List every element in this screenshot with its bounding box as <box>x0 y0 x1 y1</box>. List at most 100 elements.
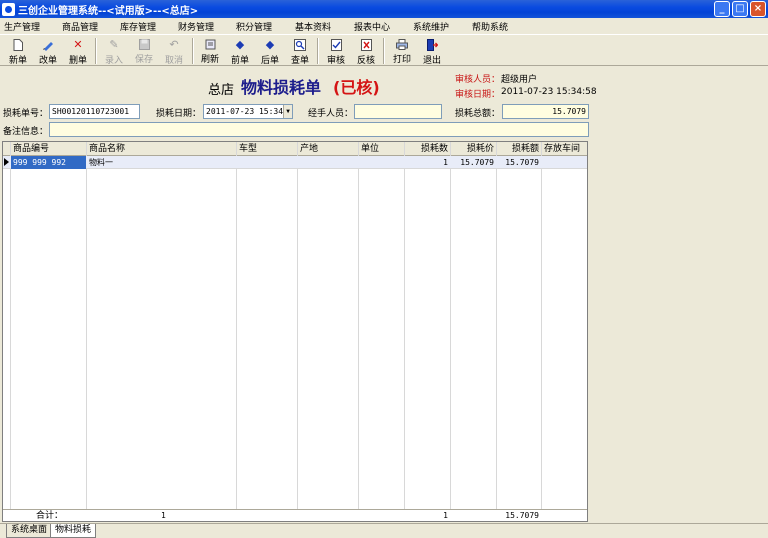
menu-basic-data[interactable]: 基本资料 <box>295 20 331 33</box>
new-button[interactable]: 新单 <box>4 37 32 66</box>
total-amount-field[interactable]: 15.7079 <box>502 104 589 119</box>
menu-system-maintenance[interactable]: 系统维护 <box>413 20 449 33</box>
prev-doc-button[interactable]: ◆ 前单 <box>226 37 254 67</box>
cell-workshop[interactable] <box>542 156 587 169</box>
handler-field[interactable] <box>354 104 442 119</box>
audit-date-value: 2011-07-23 15:34:58 <box>501 87 597 97</box>
window-controls: _ □ × <box>714 1 766 17</box>
title-bar: 三创企业管理系统--<试用版>--<总店> _ □ × <box>0 0 768 18</box>
handler-label: 经手人员： <box>308 109 354 119</box>
menu-reports[interactable]: 报表中心 <box>354 20 390 33</box>
chevron-down-icon[interactable]: ▼ <box>283 105 292 118</box>
items-grid: 商品编号 商品名称 车型 产地 单位 损耗数 损耗价 损耗额 存放车间 999 … <box>2 141 588 522</box>
col-header-code[interactable]: 商品编号 <box>11 142 87 156</box>
audit-button[interactable]: 审核 <box>322 37 350 66</box>
undo-icon: ↶ <box>169 38 179 51</box>
refresh-icon <box>204 39 216 50</box>
remark-field[interactable] <box>49 122 589 137</box>
col-header-unit[interactable]: 单位 <box>359 142 404 156</box>
tab-desktop[interactable]: 系统桌面 <box>6 524 53 538</box>
page-title: 物料损耗单 <box>241 78 322 97</box>
toolbar-separator <box>383 38 385 64</box>
menu-finance[interactable]: 财务管理 <box>178 20 214 33</box>
col-header-model[interactable]: 车型 <box>237 142 297 156</box>
printer-icon <box>396 39 408 50</box>
loss-date-value: 2011-07-23 15:34: <box>206 107 288 116</box>
arrow-left-icon: ◆ <box>235 38 245 51</box>
print-button[interactable]: 打印 <box>388 37 416 65</box>
auditor-value: 超级用户 <box>501 75 538 85</box>
toolbar-separator <box>317 38 319 64</box>
row-pointer-icon <box>4 158 9 166</box>
window-tab-bar: 系统桌面 物料损耗 <box>0 523 768 538</box>
arrow-right-icon: ◆ <box>265 38 275 51</box>
col-header-name[interactable]: 商品名称 <box>87 142 237 156</box>
footer-qty-total: 1 <box>443 511 448 520</box>
loss-date-field[interactable]: 2011-07-23 15:34: ▼ <box>203 104 293 119</box>
toolbar-separator <box>192 38 194 64</box>
menu-production[interactable]: 生产管理 <box>4 20 40 33</box>
menu-bar: 生产管理 商品管理 库存管理 财务管理 积分管理 基本资料 报表中心 系统维护 … <box>0 18 768 34</box>
main-window: 三创企业管理系统--<试用版>--<总店> _ □ × 生产管理 商品管理 库存… <box>0 0 768 538</box>
search-doc-button[interactable]: 查单 <box>286 37 314 66</box>
delete-button[interactable]: ✕ 删单 <box>64 37 92 67</box>
branch-name: 总店 <box>208 83 235 98</box>
footer-total-label: 合计： <box>35 511 63 521</box>
next-doc-button[interactable]: ◆ 后单 <box>256 37 284 67</box>
minimize-button[interactable]: _ <box>714 1 730 17</box>
menu-inventory[interactable]: 库存管理 <box>120 20 156 33</box>
menu-help[interactable]: 帮助系统 <box>472 20 508 33</box>
enter-button[interactable]: ✎ 录入 <box>100 37 128 67</box>
cancel-button[interactable]: ↶ 取消 <box>160 37 188 67</box>
grid-footer: 合计： 1 1 15.7079 <box>3 509 587 521</box>
footer-amount-total: 15.7079 <box>505 511 539 520</box>
total-amount-label: 损耗总额： <box>455 109 501 119</box>
table-row[interactable]: 999 999 992 物料一 1 15.7079 15.7079 <box>3 156 587 169</box>
document-header: 总店 物料损耗单 (已核) 审核人员： 超级用户 审核日期： 2011-07-2… <box>0 67 768 101</box>
grid-header: 商品编号 商品名称 车型 产地 单位 损耗数 损耗价 损耗额 存放车间 <box>3 142 587 156</box>
audit-date-label: 审核日期： <box>455 90 501 100</box>
auditor-label: 审核人员： <box>455 75 501 85</box>
edit-button[interactable]: 改单 <box>34 37 62 66</box>
unaudit-button[interactable]: 反核 <box>352 37 380 66</box>
floppy-disk-icon <box>138 39 150 50</box>
loss-date-label: 损耗日期： <box>156 109 202 119</box>
col-header-amount[interactable]: 损耗额 <box>497 142 541 156</box>
toolbar-separator <box>95 38 97 64</box>
cell-origin[interactable] <box>298 156 358 169</box>
cell-code[interactable]: 999 999 992 <box>11 156 86 169</box>
remark-label: 备注信息： <box>3 127 49 137</box>
cell-qty[interactable]: 1 <box>405 156 450 169</box>
cell-amount[interactable]: 15.7079 <box>497 156 541 169</box>
toolbar: 新单 改单 ✕ 删单 ✎ 录入 保存 ↶ 取消 刷新 ◆ 前单 ◆ 后单 查单 … <box>0 34 768 66</box>
maximize-button[interactable]: □ <box>732 1 748 17</box>
close-button[interactable]: × <box>750 1 766 17</box>
doc-no-label: 损耗单号： <box>3 109 49 119</box>
col-header-price[interactable]: 损耗价 <box>451 142 496 156</box>
exit-button[interactable]: 退出 <box>418 37 446 66</box>
cell-model[interactable] <box>237 156 297 169</box>
save-button[interactable]: 保存 <box>130 37 158 65</box>
cell-unit[interactable] <box>359 156 404 169</box>
exit-door-icon <box>426 39 438 51</box>
menu-products[interactable]: 商品管理 <box>62 20 98 33</box>
feather-icon: ✎ <box>109 38 119 51</box>
doc-no-field[interactable]: SH00120110723001 <box>49 104 140 119</box>
new-doc-icon <box>12 39 24 51</box>
cell-name[interactable]: 物料一 <box>87 156 236 169</box>
window-title: 三创企业管理系统--<试用版>--<总店> <box>18 5 199 17</box>
app-icon <box>2 2 15 16</box>
col-header-qty[interactable]: 损耗数 <box>405 142 450 156</box>
search-icon <box>294 39 306 51</box>
refresh-button[interactable]: 刷新 <box>196 37 224 65</box>
status-badge: (已核) <box>333 78 380 97</box>
pencil-icon <box>42 39 54 51</box>
footer-name-count: 1 <box>161 511 166 520</box>
tab-material-loss[interactable]: 物料损耗 <box>50 524 97 538</box>
red-x-icon: ✕ <box>73 38 83 51</box>
col-header-workshop[interactable]: 存放车间 <box>542 142 587 156</box>
cell-price[interactable]: 15.7079 <box>451 156 496 169</box>
col-header-origin[interactable]: 产地 <box>298 142 358 156</box>
menu-points[interactable]: 积分管理 <box>236 20 272 33</box>
audit-doc-icon <box>330 39 342 51</box>
